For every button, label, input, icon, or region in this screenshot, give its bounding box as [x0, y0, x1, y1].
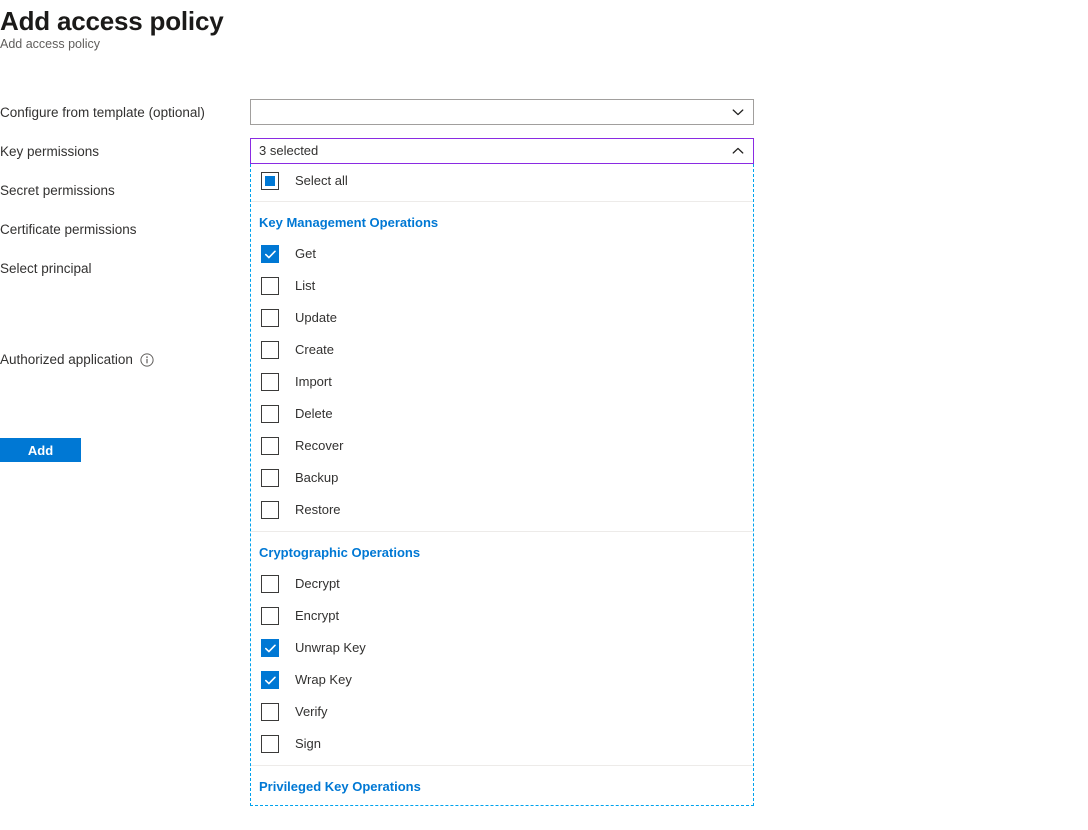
option-label: Sign [295, 735, 321, 753]
option-label: Decrypt [295, 575, 340, 593]
checkbox-checked-icon[interactable] [261, 245, 279, 263]
checkbox-indeterminate-icon[interactable] [261, 172, 279, 190]
checkbox-unchecked-icon[interactable] [261, 373, 279, 391]
option-label: Select all [295, 172, 348, 190]
authorized-application-text: Authorized application [0, 352, 133, 367]
option-get[interactable]: Get [251, 238, 753, 270]
option-label: Restore [295, 501, 341, 519]
option-update[interactable]: Update [251, 302, 753, 334]
option-label: Update [295, 309, 337, 327]
checkbox-unchecked-icon[interactable] [261, 309, 279, 327]
option-purge[interactable]: Purge [251, 802, 753, 806]
option-unwrap-key[interactable]: Unwrap Key [251, 632, 753, 664]
add-button[interactable]: Add [0, 438, 81, 462]
option-label: List [295, 277, 315, 295]
option-recover[interactable]: Recover [251, 430, 753, 462]
checkbox-unchecked-icon[interactable] [261, 501, 279, 519]
checkbox-unchecked-icon[interactable] [261, 437, 279, 455]
option-decrypt[interactable]: Decrypt [251, 568, 753, 600]
option-label: Unwrap Key [295, 639, 366, 657]
option-label: Get [295, 245, 316, 263]
checkbox-checked-icon[interactable] [261, 671, 279, 689]
checkbox-unchecked-icon[interactable] [261, 405, 279, 423]
option-encrypt[interactable]: Encrypt [251, 600, 753, 632]
option-list[interactable]: List [251, 270, 753, 302]
option-label: Wrap Key [295, 671, 352, 689]
option-label: Delete [295, 405, 333, 423]
option-label: Recover [295, 437, 343, 455]
checkbox-unchecked-icon[interactable] [261, 277, 279, 295]
option-create[interactable]: Create [251, 334, 753, 366]
checkbox-unchecked-icon[interactable] [261, 575, 279, 593]
option-verify[interactable]: Verify [251, 696, 753, 728]
option-sign[interactable]: Sign [251, 728, 753, 760]
option-label: Import [295, 373, 332, 391]
checkbox-unchecked-icon[interactable] [261, 469, 279, 487]
option-delete[interactable]: Delete [251, 398, 753, 430]
key-permissions-dropdown-panel: Select all Key Management Operations Get Li… [250, 164, 754, 806]
label-authorized-application: Authorized application [0, 351, 154, 369]
chevron-up-icon [731, 144, 745, 158]
option-label: Create [295, 341, 334, 359]
configure-from-template-dropdown[interactable] [250, 99, 754, 125]
key-permissions-value: 3 selected [259, 139, 723, 163]
option-restore[interactable]: Restore [251, 494, 753, 526]
key-permissions-option-list: Select all Key Management Operations Get Li… [251, 166, 753, 806]
label-configure-from-template: Configure from template (optional) [0, 104, 205, 122]
page-subtitle: Add access policy [0, 36, 100, 52]
option-label: Verify [295, 703, 328, 721]
option-select-all[interactable]: Select all [251, 166, 753, 196]
key-permissions-dropdown[interactable]: 3 selected [250, 138, 754, 164]
checkbox-unchecked-icon[interactable] [261, 341, 279, 359]
checkbox-unchecked-icon[interactable] [261, 735, 279, 753]
page-title: Add access policy [0, 4, 223, 38]
label-select-principal: Select principal [0, 260, 92, 278]
option-wrap-key[interactable]: Wrap Key [251, 664, 753, 696]
option-import[interactable]: Import [251, 366, 753, 398]
option-backup[interactable]: Backup [251, 462, 753, 494]
checkbox-unchecked-icon[interactable] [261, 607, 279, 625]
label-secret-permissions: Secret permissions [0, 182, 115, 200]
option-label: Backup [295, 469, 338, 487]
option-label: Encrypt [295, 607, 339, 625]
label-key-permissions: Key permissions [0, 143, 99, 161]
label-certificate-permissions: Certificate permissions [0, 221, 137, 239]
chevron-down-icon [731, 105, 745, 119]
checkbox-unchecked-icon[interactable] [261, 703, 279, 721]
info-icon[interactable] [140, 353, 154, 367]
add-access-policy-page: Add access policy Add access policy Conf… [0, 0, 1088, 830]
group-title-privileged-key-operations: Privileged Key Operations [251, 766, 753, 802]
group-title-cryptographic-operations: Cryptographic Operations [251, 532, 753, 568]
group-title-key-management-operations: Key Management Operations [251, 202, 753, 238]
checkbox-checked-icon[interactable] [261, 639, 279, 657]
